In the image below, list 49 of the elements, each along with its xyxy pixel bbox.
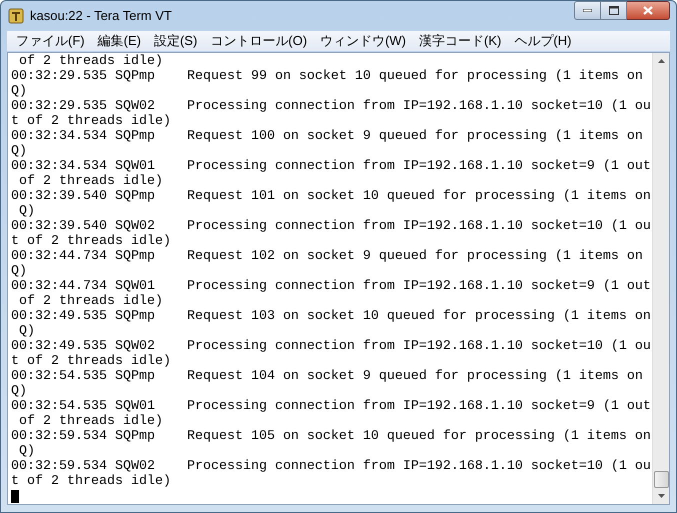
terminal-line: Q) (11, 264, 27, 279)
scroll-thumb[interactable] (654, 471, 668, 488)
terminal-line: 00:32:39.540 SQW02 Processing connection from IP=192.168.1.10 socket=10 (1 ou (11, 219, 651, 234)
menu-item[interactable]: ウィンドウ(W) (315, 31, 412, 51)
terminal-line: Q) (18, 204, 35, 219)
terminal-line: 00:32:39.540 SQPmp Request 101 on socket 10 queued for processing (1 items on (11, 189, 651, 204)
terminal-line: t of 2 threads idle) (11, 114, 171, 129)
menu-item[interactable]: ファイル(F) (11, 31, 90, 51)
terminal-line: 00:32:44.734 SQW01 Processing connection from IP=192.168.1.10 socket=9 (1 out (11, 279, 651, 294)
app-icon (8, 8, 24, 24)
terminal-line: 00:32:34.534 SQPmp Request 100 on socket 9 queued for processing (1 items on (11, 129, 643, 144)
terminal-line: 00:32:59.534 SQPmp Request 105 on socket 10 queued for processing (1 items on (11, 429, 651, 444)
minimize-icon (583, 9, 592, 12)
scroll-up-icon[interactable] (658, 59, 664, 63)
menu-item[interactable]: ヘルプ(H) (509, 31, 576, 51)
terminal-line: 00:32:29.535 SQW02 Processing connection from IP=192.168.1.10 socket=10 (1 ou (11, 99, 651, 114)
menu-item[interactable]: コントロール(O) (205, 31, 312, 51)
menu-item[interactable]: 設定(S) (148, 31, 202, 51)
terminal-line: 00:32:54.535 SQPmp Request 104 on socket 9 queued for processing (1 items on (11, 369, 643, 384)
terminal-line: Q) (18, 444, 35, 459)
terminal-line: of 2 threads idle) (18, 174, 163, 189)
restore-icon (608, 6, 618, 15)
scrollbar[interactable] (652, 53, 669, 504)
terminal-line: of 2 threads idle) (18, 54, 163, 69)
terminal-line: Q) (11, 384, 27, 399)
terminal-line: 00:32:59.534 SQW02 Processing connection from IP=192.168.1.10 socket=10 (1 ou (11, 459, 651, 474)
maximize-button[interactable] (601, 1, 627, 20)
terminal-line: t of 2 threads idle) (11, 234, 171, 249)
terminal-line: 00:32:34.534 SQW01 Processing connection from IP=192.168.1.10 socket=9 (1 out (11, 159, 651, 174)
terminal-line: 00:32:49.535 SQPmp Request 103 on socket 10 queued for processing (1 items on (11, 309, 651, 324)
scroll-down-icon[interactable] (658, 494, 664, 498)
terminal-line: Q) (11, 84, 27, 99)
terminal-line: of 2 threads idle) (18, 294, 163, 309)
terminal-line: 00:32:29.535 SQPmp Request 99 on socket 10 queued for processing (1 items on (11, 69, 643, 84)
terminal-line: 00:32:44.734 SQPmp Request 102 on socket 9 queued for processing (1 items on (11, 249, 643, 264)
window-title: kasou:22 - Tera Term VT (30, 7, 172, 26)
close-button[interactable] (627, 1, 670, 20)
minimize-button[interactable] (574, 1, 601, 20)
terminal-line: 00:32:54.535 SQW01 Processing connection from IP=192.168.1.10 socket=9 (1 out (11, 399, 651, 414)
close-icon (643, 6, 653, 15)
menu-item[interactable]: 編集(E) (92, 31, 146, 51)
cursor (11, 490, 19, 503)
terminal-line: t of 2 threads idle) (11, 474, 171, 489)
terminal-line: of 2 threads idle) (18, 414, 163, 429)
terminal-line: t of 2 threads idle) (11, 354, 171, 369)
terminal-line: 00:32:49.535 SQW02 Processing connection from IP=192.168.1.10 socket=10 (1 ou (11, 339, 651, 354)
terminal-line: Q) (11, 144, 27, 159)
terminal-line: Q) (18, 324, 35, 339)
menu-item[interactable]: 漢字コード(K) (414, 31, 506, 51)
